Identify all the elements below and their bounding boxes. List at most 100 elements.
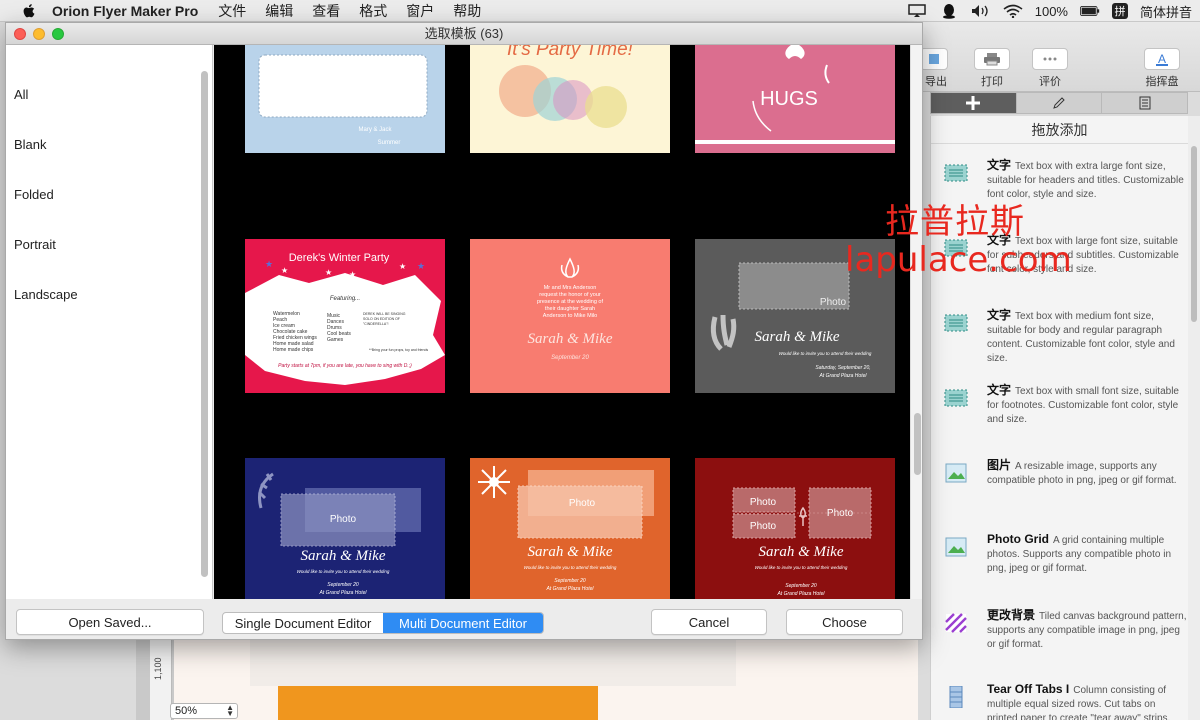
tool-image[interactable]: 图片 A resizable image, supports any compat… (931, 458, 1188, 528)
tool-text-small[interactable]: 文字 Text box with small font size, suitabl… (931, 383, 1188, 453)
category-all[interactable]: All (14, 87, 28, 102)
star-icon: ★ (417, 261, 425, 271)
menu-file[interactable]: 文件 (218, 1, 246, 21)
export-button[interactable] (920, 48, 948, 70)
category-portrait[interactable]: Portrait (14, 237, 56, 252)
tool-name: 文字 (987, 158, 1012, 172)
category-folded[interactable]: Folded (14, 187, 54, 202)
template-text: Saturday, September 20, (815, 365, 870, 371)
template-text: Mary & Jack (358, 127, 392, 133)
side-panel-scrollbar[interactable] (1188, 116, 1200, 720)
rate-label: 评价 (1039, 76, 1061, 88)
template-title: Sarah & Mike (528, 331, 613, 347)
template-text: SOLO ON EDITION OF (363, 317, 400, 321)
display-icon[interactable] (907, 3, 927, 19)
battery-icon[interactable] (1079, 3, 1100, 19)
scroll-thumb[interactable] (914, 413, 921, 475)
menu-window[interactable]: 窗户 (406, 1, 434, 21)
editor-mode-segmented-control: Single Document Editor Multi Document Ed… (222, 612, 544, 634)
tab-add[interactable] (931, 93, 1017, 113)
ruler-label: 1,100 (153, 657, 163, 680)
template-text: At Grand Plaza Hotel (319, 590, 368, 596)
category-landscape[interactable]: Landscape (14, 287, 78, 302)
pencil-icon (1053, 97, 1065, 109)
template-text: Photo (750, 521, 777, 532)
star-icon: ★ (325, 268, 332, 277)
zoom-select[interactable]: 50% ▲ ▼ (170, 703, 238, 719)
template-text: Would like to invite you to attend their… (524, 565, 617, 570)
template-title: Sarah & Mike (528, 544, 613, 560)
tool-background[interactable]: 更改背景 Tiled canvas background pattern, sup… (931, 608, 1188, 678)
tab-edit[interactable] (1017, 93, 1103, 113)
wifi-icon[interactable] (1003, 3, 1023, 19)
watermark-line-1: 拉普拉斯 (885, 202, 1025, 242)
cancel-button[interactable]: Cancel (651, 609, 767, 635)
template-grid-scrollbar[interactable] (910, 45, 922, 599)
text-box-icon (944, 314, 968, 332)
text-box-icon (944, 164, 968, 182)
input-method-label[interactable]: 简体拼音 (1140, 2, 1192, 21)
template-text: September 20 (327, 582, 359, 588)
template-wedding-navy[interactable]: Photo Sarah & Mike Would like to invite … (245, 458, 445, 599)
print-label: 打印 (981, 76, 1003, 88)
template-hugs[interactable]: HUGS (695, 45, 895, 153)
tool-name: 更改背景 (987, 608, 1036, 622)
template-wedding-salmon[interactable]: Mr and Mrs Anderson request the honor of… (470, 239, 670, 393)
tool-tear-off-tabs[interactable]: Tear Off Tabs I Column consisting of mult… (931, 682, 1188, 720)
choose-button[interactable]: Choose (786, 609, 903, 635)
app-menu[interactable]: Orion Flyer Maker Pro (52, 3, 198, 19)
tear-tabs-icon (949, 686, 963, 708)
print-button[interactable] (974, 48, 1010, 70)
qq-icon[interactable] (939, 3, 959, 19)
input-method-icon[interactable]: 拼 (1111, 3, 1128, 19)
list-icon (1139, 96, 1151, 110)
template-text: September 20 (551, 355, 589, 361)
template-blank-card[interactable]: Mary & Jack Summer (245, 45, 445, 153)
template-text: Home made chips (273, 347, 314, 353)
template-title: Derek's Winter Party (289, 252, 390, 264)
template-text: Photo (750, 497, 777, 508)
menu-edit[interactable]: 编辑 (265, 1, 293, 21)
main-toolbar: A 导出 打印 评价 指挥盘 (918, 22, 1200, 92)
tool-desc: Text box with small font size, suitable … (987, 386, 1179, 425)
apple-icon[interactable] (20, 2, 38, 20)
template-party-time[interactable]: It's Party Time! (470, 45, 670, 153)
menu-format[interactable]: 格式 (359, 1, 387, 21)
tool-photo-grid[interactable]: Photo Grid A grid containing multiple pho… (931, 532, 1188, 602)
template-grid: Mary & Jack Summer It's Party Time! HUGS (214, 45, 910, 599)
template-text: Games (327, 337, 344, 343)
menu-view[interactable]: 查看 (312, 1, 340, 21)
template-text: request the honor of your (539, 292, 601, 298)
category-scrollbar[interactable] (201, 71, 208, 577)
category-blank[interactable]: Blank (14, 137, 47, 152)
more-icon (1043, 57, 1057, 61)
template-text: Summer (378, 140, 401, 146)
page-orange-block[interactable] (278, 686, 598, 720)
scroll-thumb[interactable] (1191, 146, 1197, 322)
rate-button[interactable] (1032, 48, 1068, 70)
tool-name: 图片 (987, 458, 1012, 472)
template-text: Would like to invite you to attend their… (779, 351, 872, 356)
template-text: Would like to invite you to attend their… (297, 569, 390, 574)
template-wedding-red[interactable]: Photo Photo Photo Sarah & Mike Would lik… (695, 458, 895, 599)
volume-icon[interactable] (971, 3, 991, 19)
template-dereks-party[interactable]: Derek's Winter Party Featuring... Waterm… (245, 239, 445, 393)
template-text: September 20 (785, 583, 817, 589)
open-saved-button[interactable]: Open Saved... (16, 609, 204, 635)
single-document-editor-option[interactable]: Single Document Editor (223, 613, 383, 633)
watermark-line-2: lapulace.com (845, 240, 1072, 280)
inspector-label: 指挥盘 (1145, 76, 1179, 88)
template-wedding-orange[interactable]: Photo Sarah & Mike Would like to invite … (470, 458, 670, 599)
template-title: It's Party Time! (507, 45, 634, 60)
template-text: their daughter Sarah (545, 306, 595, 312)
template-text: At Grand Plaza Hotel (819, 373, 868, 379)
template-text: Would like to invite you to attend their… (755, 565, 848, 570)
inspector-button[interactable]: A (1144, 48, 1180, 70)
multi-document-editor-option[interactable]: Multi Document Editor (383, 613, 543, 633)
tab-list[interactable] (1102, 93, 1187, 113)
vertical-ruler: 1,100 (150, 640, 172, 720)
tool-text-medium[interactable]: 文字 Text box with medium font size, suitab… (931, 308, 1188, 378)
page-inner (250, 640, 736, 686)
font-a-icon: A (1156, 52, 1168, 66)
menu-help[interactable]: 帮助 (453, 1, 481, 21)
